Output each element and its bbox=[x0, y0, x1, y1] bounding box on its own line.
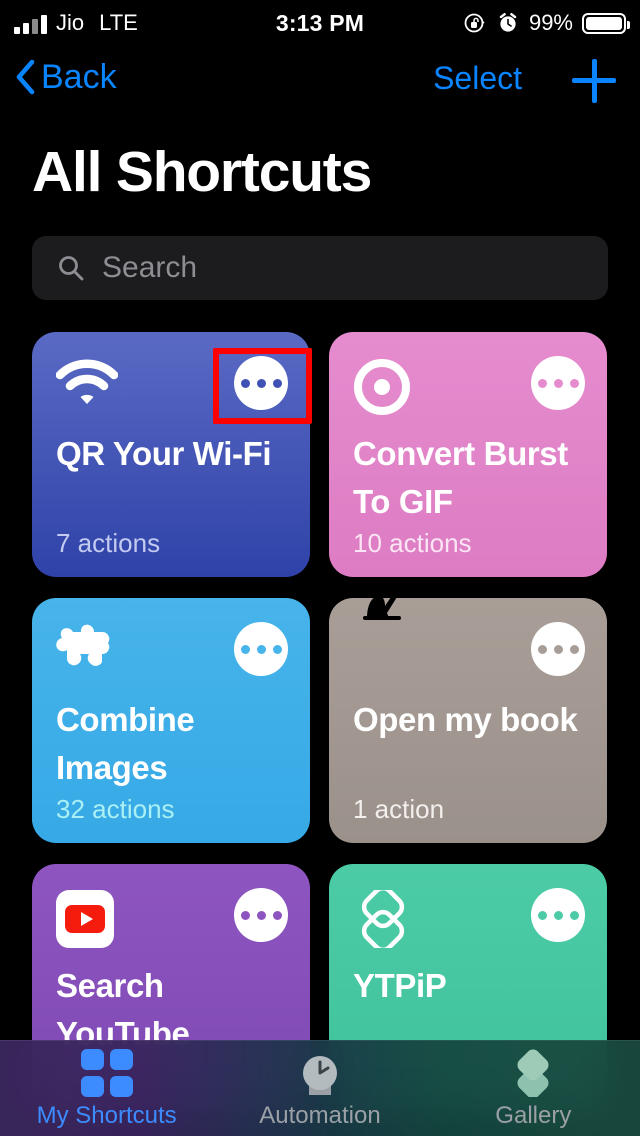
shortcut-card[interactable]: Combine Images 32 actions bbox=[32, 598, 310, 843]
more-options-button[interactable] bbox=[531, 888, 585, 942]
tab-my-shortcuts-label: My Shortcuts bbox=[36, 1101, 177, 1129]
rotation-lock-icon bbox=[464, 13, 485, 33]
shortcut-glyph bbox=[56, 890, 118, 948]
navigation-bar: Back Select bbox=[0, 55, 640, 117]
search-field[interactable]: Search bbox=[32, 236, 608, 300]
shortcut-title: YTPiP bbox=[353, 967, 447, 1004]
chevron-left-icon bbox=[16, 59, 35, 95]
shortcut-action-count: 32 actions bbox=[56, 794, 175, 824]
burst-circle-icon bbox=[354, 359, 410, 415]
shortcut-card-header bbox=[56, 622, 288, 686]
shortcut-card[interactable]: QR Your Wi-Fi 7 actions bbox=[32, 332, 310, 577]
shortcut-card-header bbox=[353, 356, 585, 420]
tab-automation-label: Automation bbox=[259, 1101, 381, 1129]
add-shortcut-button[interactable] bbox=[572, 59, 616, 103]
battery-icon bbox=[582, 12, 630, 34]
shortcut-card-header bbox=[56, 888, 288, 952]
search-icon bbox=[59, 256, 84, 281]
battery-percent-label: 99% bbox=[528, 10, 573, 35]
status-bar: Jio LTE 3:13 PM 99% bbox=[0, 0, 640, 46]
shortcut-title: Open my book bbox=[353, 701, 578, 738]
search-input-placeholder[interactable]: Search bbox=[102, 251, 197, 285]
tab-automation[interactable]: Automation bbox=[213, 1049, 426, 1129]
shortcut-glyph bbox=[55, 358, 119, 412]
back-button[interactable]: Back bbox=[14, 57, 117, 97]
shortcut-title: Convert Burst To GIF bbox=[353, 435, 568, 520]
status-bar-right: 99% bbox=[463, 10, 630, 35]
shortcut-glyph bbox=[353, 358, 415, 415]
more-options-button[interactable] bbox=[234, 888, 288, 942]
tab-my-shortcuts[interactable]: My Shortcuts bbox=[0, 1048, 213, 1129]
shortcut-title: QR Your Wi-Fi bbox=[56, 435, 272, 472]
page-title: All Shortcuts bbox=[32, 140, 372, 204]
shortcut-action-count: 1 action bbox=[353, 794, 445, 824]
alarm-clock-icon bbox=[499, 13, 517, 32]
more-options-button[interactable] bbox=[531, 622, 585, 676]
layers-icon bbox=[361, 885, 405, 953]
shortcut-card[interactable]: Open my book 1 action bbox=[329, 598, 607, 843]
shortcut-glyph bbox=[353, 598, 415, 678]
grid-squares-icon bbox=[80, 1048, 133, 1097]
more-options-button[interactable] bbox=[234, 622, 288, 676]
shortcut-glyph bbox=[353, 885, 415, 953]
shortcut-glyph bbox=[56, 624, 118, 678]
shortcuts-grid: QR Your Wi-Fi 7 actions Convert Burst To G… bbox=[32, 332, 608, 1109]
shortcut-card-header bbox=[353, 885, 585, 953]
shortcuts-app-screen: Jio LTE 3:13 PM 99% Back Select All Shor… bbox=[0, 0, 640, 1136]
layers-icon bbox=[507, 1049, 559, 1098]
more-options-button[interactable] bbox=[531, 356, 585, 410]
shortcut-card-header bbox=[353, 598, 585, 686]
more-options-button[interactable] bbox=[234, 356, 288, 410]
shortcut-card-header bbox=[55, 356, 288, 420]
clock-icon bbox=[295, 1049, 345, 1097]
select-button[interactable]: Select bbox=[433, 59, 522, 97]
shortcut-action-count: 10 actions bbox=[353, 528, 472, 558]
tab-gallery[interactable]: Gallery bbox=[427, 1049, 640, 1129]
shortcut-action-count: 7 actions bbox=[56, 528, 161, 558]
wifi-icon bbox=[55, 359, 119, 404]
back-button-label: Back bbox=[41, 58, 117, 96]
shortcut-title: Combine Images bbox=[56, 701, 195, 786]
youtube-app-icon bbox=[56, 890, 114, 948]
tab-bar: My Shortcuts Automation Gallery bbox=[0, 1040, 640, 1136]
tab-gallery-label: Gallery bbox=[495, 1101, 572, 1129]
puzzle-piece-icon bbox=[56, 624, 110, 666]
play-icon bbox=[65, 905, 105, 933]
shortcut-card[interactable]: Convert Burst To GIF 10 actions bbox=[329, 332, 607, 577]
